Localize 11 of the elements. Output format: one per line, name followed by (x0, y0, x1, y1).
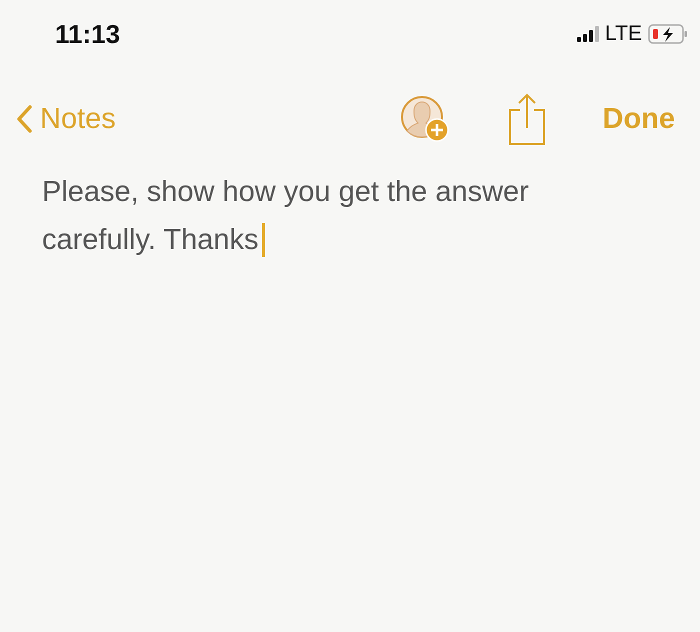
share-icon[interactable] (506, 92, 546, 146)
done-button[interactable]: Done (602, 102, 675, 136)
battery-icon (648, 24, 688, 44)
note-text[interactable]: Please, show how you get the answer carefully. Thanks (42, 168, 542, 264)
status-time: 11:13 (55, 18, 120, 50)
text-cursor (262, 223, 265, 257)
signal-icon (577, 26, 600, 42)
add-person-icon[interactable] (398, 95, 448, 143)
network-label: LTE (605, 22, 642, 46)
chevron-left-icon (16, 105, 32, 133)
back-button[interactable]: Notes (16, 102, 116, 136)
